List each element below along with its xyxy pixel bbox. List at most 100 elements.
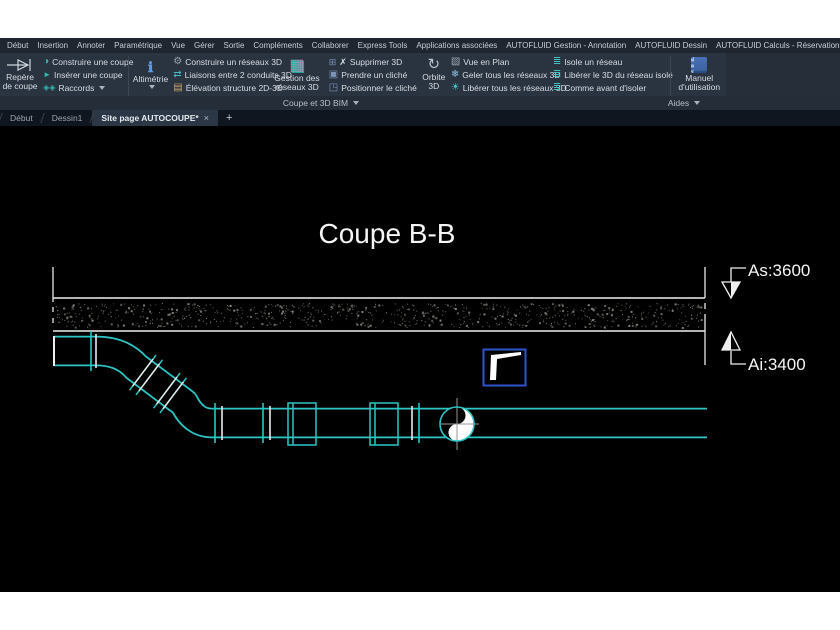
orbit-icon: ↻ xyxy=(428,58,441,72)
menu-tab-autofluid-calculs[interactable]: AUTOFLUID Calculs - Réservations et Quan… xyxy=(716,41,840,50)
construire-une-coupe-label: Construire une coupe xyxy=(52,57,133,67)
level-marker-upper: As:3600 xyxy=(722,261,810,298)
delete-x-icon: ✗ xyxy=(339,57,347,67)
duct-run xyxy=(54,351,707,423)
ribbon-tab-bar: Début Insertion Annoter Paramétrique Vue… xyxy=(0,38,840,53)
fittings-icon: ◈◈ xyxy=(43,83,55,93)
manuel-label: Manuel d'utilisation xyxy=(675,74,725,92)
liberer-tous-les-reseaux-button[interactable]: ☀ Libérer tous les réseaux 3D xyxy=(451,82,547,94)
liberer-le-3d-button[interactable]: ≣ Libérer le 3D du réseau isolé xyxy=(553,69,665,81)
positionner-le-cliche-button[interactable]: ◳ Positionner le cliché xyxy=(329,82,417,94)
construire-une-coupe-button[interactable]: ◑ Construire une coupe xyxy=(43,56,123,68)
inserer-une-coupe-button[interactable]: ► Insérer une coupe xyxy=(43,69,123,81)
orbite-label: Orbite 3D xyxy=(422,73,446,91)
geler-label: Geler tous les réseaux 3D xyxy=(462,70,560,80)
vue-en-plan-label: Vue en Plan xyxy=(463,57,509,67)
raccords-button[interactable]: ◈◈ Raccords xyxy=(43,82,123,94)
link-ducts-icon: ⇄ xyxy=(173,70,181,80)
liberer-3d-label: Libérer le 3D du réseau isolé xyxy=(564,70,673,80)
altimetrie-label: Altimétrie xyxy=(133,75,168,84)
menu-tab-sortie[interactable]: Sortie xyxy=(224,41,245,50)
vue-en-plan-button[interactable]: ▧ Vue en Plan xyxy=(451,56,547,68)
level-marker-lower: Ai:3400 xyxy=(722,332,806,374)
restore-layers-icon: ≣ xyxy=(553,83,561,93)
dropdown-arrow-icon xyxy=(99,86,105,90)
menu-tab-parametrique[interactable]: Paramétrique xyxy=(114,41,162,50)
altimetrie-button[interactable]: ℹ Altimétrie xyxy=(131,53,170,96)
menu-tab-insertion[interactable]: Insertion xyxy=(37,41,68,50)
gestion-des-reseaux-3d-button[interactable]: ▦ Gestion des réseaux 3D xyxy=(268,53,326,96)
menu-tab-complements[interactable]: Compléments xyxy=(253,41,302,50)
geler-tous-les-reseaux-button[interactable]: ❄ Geler tous les réseaux 3D xyxy=(451,69,547,81)
plan-view-icon: ▧ xyxy=(451,57,460,67)
gear-icon: ⚙ xyxy=(173,57,182,67)
place-snapshot-icon: ◳ xyxy=(329,83,338,93)
dropdown-arrow-icon xyxy=(353,101,359,105)
menu-tab-vue[interactable]: Vue xyxy=(171,41,185,50)
manuel-d-utilisation-button[interactable]: Manuel d'utilisation xyxy=(673,53,727,96)
menu-tab-annoter[interactable]: Annoter xyxy=(77,41,105,50)
window-icon: ⊞ xyxy=(329,57,337,67)
gestion-label: Gestion des réseaux 3D xyxy=(270,74,324,92)
group-coupe-label: Coupe et 3D BIM xyxy=(283,98,348,108)
section-marker-icon xyxy=(5,58,35,72)
manual-book-icon xyxy=(691,57,707,73)
selection-box xyxy=(484,350,526,386)
isolate-layers-icon: ≣ xyxy=(553,57,561,67)
isole-label: Isole un réseau xyxy=(564,57,622,67)
repere-de-coupe-label: Repère de coupe xyxy=(2,73,38,91)
doc-tab-debut[interactable]: Début xyxy=(1,110,42,126)
drawing-canvas[interactable]: Coupe B-B As:360 xyxy=(0,126,840,592)
construire-un-reseau-3d-button[interactable]: ⚙ Construire un réseaux 3D xyxy=(173,56,265,68)
comme-avant-d-isoler-button[interactable]: ≣ Comme avant d'isoler xyxy=(553,82,665,94)
positionner-cliche-label: Positionner le cliché xyxy=(341,83,417,93)
doc-tab-active-label: Site page AUTOCOUPE* xyxy=(101,113,198,123)
repere-de-coupe-button[interactable]: Repère de coupe xyxy=(0,53,40,96)
supprimer-label: Supprimer 3D xyxy=(350,57,402,67)
group-aides[interactable]: Aides xyxy=(644,96,724,110)
menu-tab-gerer[interactable]: Gérer xyxy=(194,41,214,50)
section-drawing: Coupe B-B As:360 xyxy=(0,126,840,592)
level-upper-label: As:3600 xyxy=(748,261,810,280)
close-tab-icon[interactable]: × xyxy=(204,113,209,123)
group-aides-label: Aides xyxy=(668,98,689,108)
orbite-3d-button[interactable]: ↻ Orbite 3D xyxy=(420,53,448,96)
bottom-margin xyxy=(0,592,840,630)
document-tab-bar: Début Dessin1 Site page AUTOCOUPE* × + xyxy=(0,110,840,126)
altimetry-info-icon: ℹ xyxy=(148,61,153,74)
doc-tab-dessin1-label: Dessin1 xyxy=(52,113,83,123)
top-margin xyxy=(0,0,840,38)
network-manager-icon: ▦ xyxy=(289,58,304,73)
prendre-un-cliche-button[interactable]: ▣ Prendre un cliché xyxy=(329,69,417,81)
build-section-icon: ◑ xyxy=(43,57,49,67)
raccords-label: Raccords xyxy=(58,83,94,93)
menu-tab-applications-associees[interactable]: Applications associées xyxy=(416,41,497,50)
dropdown-arrow-icon xyxy=(149,85,155,89)
elevation-structure-button[interactable]: ▤ Élévation structure 2D-3D xyxy=(173,82,265,94)
release-layers-icon: ≣ xyxy=(553,70,561,80)
menu-tab-express-tools[interactable]: Express Tools xyxy=(358,41,408,50)
group-coupe-et-3d-bim[interactable]: Coupe et 3D BIM xyxy=(0,96,642,110)
damper-symbol xyxy=(440,398,479,450)
menu-tab-autofluid-gestion[interactable]: AUTOFLUID Gestion - Annotation xyxy=(506,41,626,50)
level-lower-label: Ai:3400 xyxy=(748,355,806,374)
doc-tab-debut-label: Début xyxy=(10,113,33,123)
ribbon: Repère de coupe ◑ Construire une coupe ►… xyxy=(0,53,840,110)
doc-tab-dessin1[interactable]: Dessin1 xyxy=(43,110,92,126)
concrete-hatch xyxy=(56,303,703,329)
insert-section-icon: ► xyxy=(43,70,51,80)
snapshot-icon: ▣ xyxy=(329,70,338,80)
supprimer-3d-button[interactable]: ⊞ ✗ Supprimer 3D xyxy=(329,56,417,68)
section-title: Coupe B-B xyxy=(319,218,456,249)
application-window: Début Insertion Annoter Paramétrique Vue… xyxy=(0,0,840,630)
liaisons-2-conduits-button[interactable]: ⇄ Liaisons entre 2 conduits 3D xyxy=(173,69,265,81)
menu-tab-debut[interactable]: Début xyxy=(7,41,28,50)
new-tab-button[interactable]: + xyxy=(218,110,240,126)
menu-tab-collaborer[interactable]: Collaborer xyxy=(312,41,349,50)
menu-tab-autofluid-dessin[interactable]: AUTOFLUID Dessin xyxy=(635,41,707,50)
freeze-icon: ❄ xyxy=(451,70,459,80)
comme-avant-label: Comme avant d'isoler xyxy=(564,83,646,93)
isole-un-reseau-button[interactable]: ≣ Isole un réseau xyxy=(553,56,665,68)
doc-tab-site-page-autocoupe[interactable]: Site page AUTOCOUPE* × xyxy=(92,110,218,126)
ribbon-group-label-row: Coupe et 3D BIM Aides xyxy=(0,96,840,110)
